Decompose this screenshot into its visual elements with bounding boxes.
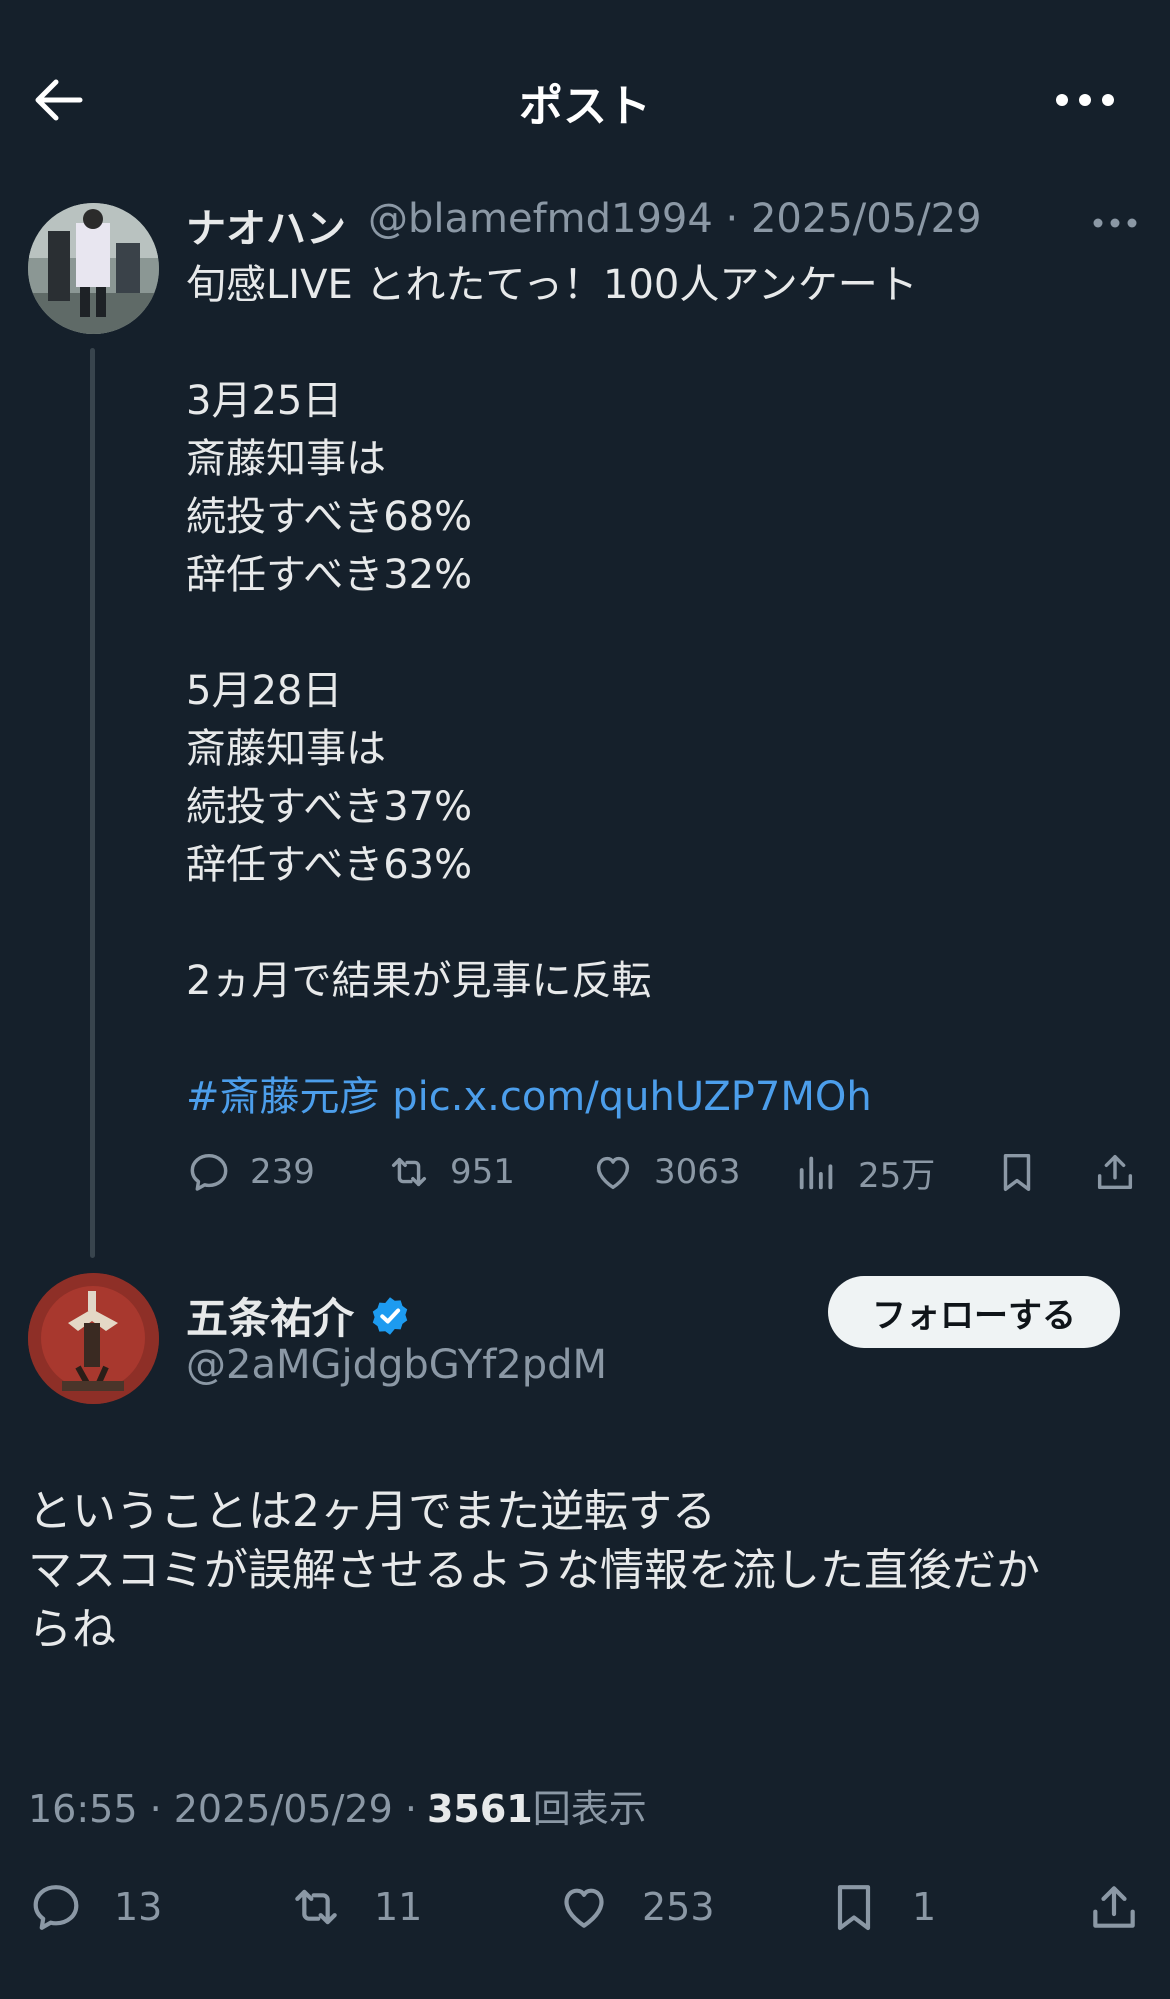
tweet-line xyxy=(186,894,1146,952)
hashtag-link[interactable]: #斎藤元彦 xyxy=(186,1074,380,1120)
repost-button[interactable]: 11 xyxy=(288,1876,422,1938)
page-title: ポスト xyxy=(519,81,651,132)
reply-author-name[interactable]: 五条祐介 xyxy=(186,1285,354,1346)
repost-button[interactable]: 951 xyxy=(386,1142,515,1202)
heart-icon xyxy=(564,1888,604,1928)
more-options-icon[interactable] xyxy=(1050,70,1120,130)
reply-text: ということは2ヶ月でまた逆転する マスコミが誤解させるような情報を流した直後だか… xyxy=(28,1482,1138,1659)
bookmark-button[interactable] xyxy=(994,1142,1058,1202)
like-count: 3063 xyxy=(654,1152,741,1192)
heart-icon xyxy=(596,1156,630,1190)
tweet-line: 続投すべき68% xyxy=(186,494,473,540)
pic-link[interactable]: pic.x.com/quhUZP7MOh xyxy=(392,1074,872,1120)
tweet-links: #斎藤元彦 pic.x.com/quhUZP7MOh xyxy=(186,1068,1146,1126)
follow-button[interactable]: フォローする xyxy=(828,1276,1120,1348)
tweet-more-icon[interactable] xyxy=(1090,205,1140,241)
reply-author-handle[interactable]: @2aMGjdgbGYf2pdM xyxy=(186,1342,607,1388)
reply-icon xyxy=(33,1885,79,1930)
share-button[interactable] xyxy=(1092,1142,1156,1202)
like-button[interactable]: 3063 xyxy=(590,1142,741,1202)
repost-count: 11 xyxy=(374,1885,423,1929)
tweet-text: 旬感LIVE とれたてっ！100人アンケート 3月25日 斎藤知事は 続投すべき… xyxy=(186,256,1146,1126)
reply-metadata: 16:55 · 2025/05/29 · 3561 回表示 xyxy=(28,1778,647,1833)
tweet-line: 旬感LIVE とれたてっ！100人アンケート xyxy=(186,262,918,308)
tweet-line: 3月25日 xyxy=(186,378,343,424)
reply-line: らね xyxy=(28,1604,116,1655)
author-name[interactable]: ナオハン xyxy=(186,196,346,254)
repost-icon xyxy=(295,1889,337,1925)
top-bar: ポスト xyxy=(0,0,1170,196)
reply-count: 239 xyxy=(250,1152,315,1192)
tweet-line: 斎藤知事は xyxy=(186,436,386,482)
share-button[interactable] xyxy=(1086,1876,1170,1938)
reply-count: 13 xyxy=(114,1885,163,1929)
reply-actions: 13 11 253 1 xyxy=(28,1876,1148,1938)
bookmark-icon xyxy=(1003,1153,1031,1191)
share-icon xyxy=(1093,1886,1135,1928)
tweet-line: 2ヵ月で結果が見事に反転 xyxy=(186,958,652,1004)
thread-line xyxy=(90,348,95,1258)
bookmark-icon xyxy=(837,1885,871,1931)
reply-author[interactable]: 五条祐介 xyxy=(186,1285,412,1346)
like-count: 253 xyxy=(642,1885,715,1929)
reply-icon xyxy=(190,1153,228,1191)
author-handle-date: @blamefmd1994 · 2025/05/29 xyxy=(368,196,982,242)
reply-line: マスコミが誤解させるような情報を流した直後だか xyxy=(28,1545,1040,1596)
tweet-line xyxy=(186,1010,1146,1068)
tweet-actions: 239 951 3063 25万 xyxy=(186,1142,1146,1202)
reply-view-suffix: 回表示 xyxy=(532,1787,647,1831)
like-button[interactable]: 253 xyxy=(556,1876,715,1938)
repost-icon xyxy=(391,1157,427,1187)
reply-timestamp: 16:55 · 2025/05/29 · xyxy=(28,1787,417,1831)
view-count: 25万 xyxy=(858,1155,936,1196)
tweet-line xyxy=(186,604,1146,662)
avatar[interactable] xyxy=(28,203,159,334)
tweet-line: 辞任すべき63% xyxy=(186,842,473,888)
views-button[interactable]: 25万 xyxy=(794,1142,935,1202)
tweet-line: 斎藤知事は xyxy=(186,726,386,772)
views-chart-icon xyxy=(799,1156,833,1190)
reply-button[interactable]: 13 xyxy=(28,1876,162,1938)
share-icon xyxy=(1097,1154,1133,1190)
repost-count: 951 xyxy=(450,1152,515,1192)
verified-badge-icon xyxy=(372,1296,408,1335)
tweet-line: 5月28日 xyxy=(186,668,343,714)
reply-line: ということは2ヶ月でまた逆転する xyxy=(28,1486,716,1537)
bookmark-button[interactable]: 1 xyxy=(826,1876,936,1938)
reply-view-count: 3561 xyxy=(426,1787,533,1831)
tweet-line: 辞任すべき32% xyxy=(186,552,473,598)
tweet-line xyxy=(186,314,1146,372)
bookmark-count: 1 xyxy=(912,1885,937,1929)
reply-button[interactable]: 239 xyxy=(186,1142,315,1202)
tweet-line: 続投すべき37% xyxy=(186,784,473,830)
post-detail-page: ポスト ナオハン @blamefmd1994 · 2025/05/29 旬感LI… xyxy=(0,0,1170,1999)
avatar[interactable] xyxy=(28,1273,159,1404)
